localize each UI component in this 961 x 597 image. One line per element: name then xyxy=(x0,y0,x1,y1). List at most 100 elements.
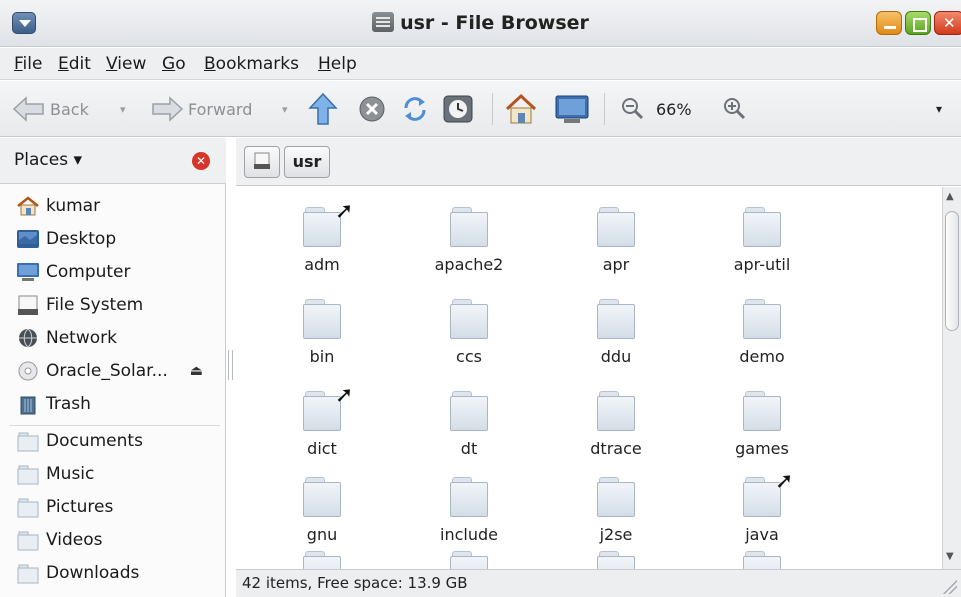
folder-item[interactable]: include xyxy=(409,477,529,544)
sidebar-item-label: Oracle_Solar... xyxy=(46,361,168,381)
toolbar-overflow-button[interactable]: ▾ xyxy=(936,81,942,137)
sidebar-item-label: Network xyxy=(46,328,117,348)
folder-name: java xyxy=(745,525,779,544)
back-history-dropdown[interactable]: ▾ xyxy=(120,81,126,137)
path-usr-button[interactable]: usr xyxy=(284,146,330,178)
folder-item[interactable]: dtrace xyxy=(556,391,676,458)
up-arrow-icon xyxy=(308,92,338,125)
folder-icon xyxy=(597,207,635,247)
dropdown-arrow-icon: ▾ xyxy=(120,102,126,116)
folder-item[interactable]: ccs xyxy=(409,299,529,366)
sidebar-item-trash[interactable]: Trash xyxy=(16,390,91,418)
sidebar-item-desktop[interactable]: Desktop xyxy=(16,225,116,253)
folder-item[interactable]: ddu xyxy=(556,299,676,366)
folder-item[interactable]: ➚ java xyxy=(702,471,822,544)
vertical-scrollbar[interactable]: ▲ ▼ xyxy=(942,187,961,569)
sidebar-item-music[interactable]: Music xyxy=(16,460,94,488)
reload-button[interactable] xyxy=(400,81,430,137)
folder-icon xyxy=(743,207,781,247)
menu-go[interactable]: Go xyxy=(162,54,186,74)
folder-item[interactable]: dt xyxy=(409,391,529,458)
folder-item[interactable]: demo xyxy=(702,299,822,366)
eject-icon[interactable]: ⏏ xyxy=(190,363,203,379)
folder-item[interactable]: apache2 xyxy=(409,207,529,274)
sidebar-item-label: Documents xyxy=(46,431,143,451)
sidebar-item-videos[interactable]: Videos xyxy=(16,526,103,554)
sidebar-item-documents[interactable]: Documents xyxy=(16,427,143,455)
sidebar-item-label: Pictures xyxy=(46,497,114,517)
computer-button[interactable] xyxy=(554,81,590,137)
forward-history-dropdown[interactable]: ▾ xyxy=(282,81,288,137)
harddisk-icon xyxy=(254,152,270,169)
zoom-level-text: 66% xyxy=(656,99,692,119)
menu-help[interactable]: Help xyxy=(318,54,357,74)
folder-icon xyxy=(743,299,781,339)
sidebar-item-computer[interactable]: Computer xyxy=(16,258,131,286)
close-window-button[interactable] xyxy=(934,11,961,35)
folder-item[interactable]: apr-util xyxy=(702,207,822,274)
sidebar-item-kumar[interactable]: kumar xyxy=(16,192,100,220)
path-root-button[interactable] xyxy=(244,146,280,178)
sidebar-item-downloads[interactable]: Downloads xyxy=(16,559,139,587)
folder-item-partial[interactable] xyxy=(556,551,676,569)
home-icon xyxy=(505,93,537,124)
folder-item[interactable]: games xyxy=(702,391,822,458)
sidebar-item-label: Trash xyxy=(46,394,91,414)
symlink-arrow-icon: ➚ xyxy=(335,383,354,408)
folder-item[interactable]: apr xyxy=(556,207,676,274)
folder-name: dtrace xyxy=(590,439,642,458)
folder-item-partial[interactable] xyxy=(262,551,382,569)
scroll-down-arrow-icon[interactable]: ▼ xyxy=(946,551,954,562)
folder-icon xyxy=(17,564,39,584)
folder-item[interactable]: ➚ adm xyxy=(262,201,382,274)
zoom-in-button[interactable] xyxy=(722,81,748,137)
sidebar-item-oracle-solaris-disc[interactable]: Oracle_Solar... ⏏ xyxy=(16,357,203,385)
menu-help-label: elp xyxy=(330,54,357,74)
menu-bookmarks[interactable]: Bookmarks xyxy=(204,54,299,74)
folder-icon xyxy=(597,477,635,517)
folder-icon xyxy=(597,391,635,431)
sidebar-item-network[interactable]: Network xyxy=(16,324,117,352)
folder-name: dt xyxy=(460,439,478,458)
toolbar-separator xyxy=(492,93,493,125)
folder-name: games xyxy=(735,439,789,458)
minimize-button[interactable] xyxy=(876,11,902,35)
history-button[interactable] xyxy=(442,81,474,137)
scroll-up-arrow-icon[interactable]: ▲ xyxy=(946,191,954,202)
scrollbar-thumb[interactable] xyxy=(945,211,959,331)
close-sidebar-icon[interactable]: ✕ xyxy=(192,152,210,170)
folder-name: j2se xyxy=(599,525,633,544)
folder-item[interactable]: gnu xyxy=(262,477,382,544)
folder-item-partial[interactable] xyxy=(702,551,822,569)
menu-edit-label: dit xyxy=(68,54,91,74)
resize-grip-icon[interactable] xyxy=(941,578,957,594)
sidebar-item-pictures[interactable]: Pictures xyxy=(16,493,113,521)
sidebar-item-label: kumar xyxy=(46,196,101,216)
folder-icon xyxy=(303,551,341,569)
back-button[interactable]: Back xyxy=(12,81,89,137)
stop-button[interactable] xyxy=(358,81,386,137)
folder-icon xyxy=(743,391,781,431)
toolbar-separator xyxy=(604,93,605,125)
menu-edit[interactable]: Edit xyxy=(58,54,91,74)
folder-name: dict xyxy=(307,439,337,458)
folder-item[interactable]: j2se xyxy=(556,477,676,544)
zoom-level[interactable]: 66% xyxy=(656,81,692,137)
status-text: 42 items, Free space: 13.9 GB xyxy=(242,574,468,592)
forward-button[interactable]: Forward xyxy=(150,81,252,137)
menu-file[interactable]: File xyxy=(14,54,42,74)
folder-item-partial[interactable] xyxy=(409,551,529,569)
pane-splitter-handle[interactable] xyxy=(228,350,233,380)
zoom-in-icon xyxy=(724,98,746,120)
folder-item[interactable]: bin xyxy=(262,299,382,366)
maximize-button[interactable] xyxy=(905,11,931,35)
folder-name: ccs xyxy=(456,347,482,366)
places-dropdown[interactable]: Places ▾ xyxy=(14,150,82,170)
sidebar-item-file-system[interactable]: File System xyxy=(16,291,143,319)
zoom-out-button[interactable] xyxy=(620,81,646,137)
folder-icon: ➚ xyxy=(743,471,793,517)
menu-view[interactable]: View xyxy=(106,54,146,74)
home-button[interactable] xyxy=(504,81,538,137)
folder-item[interactable]: ➚ dict xyxy=(262,385,382,458)
up-button[interactable] xyxy=(308,81,338,137)
